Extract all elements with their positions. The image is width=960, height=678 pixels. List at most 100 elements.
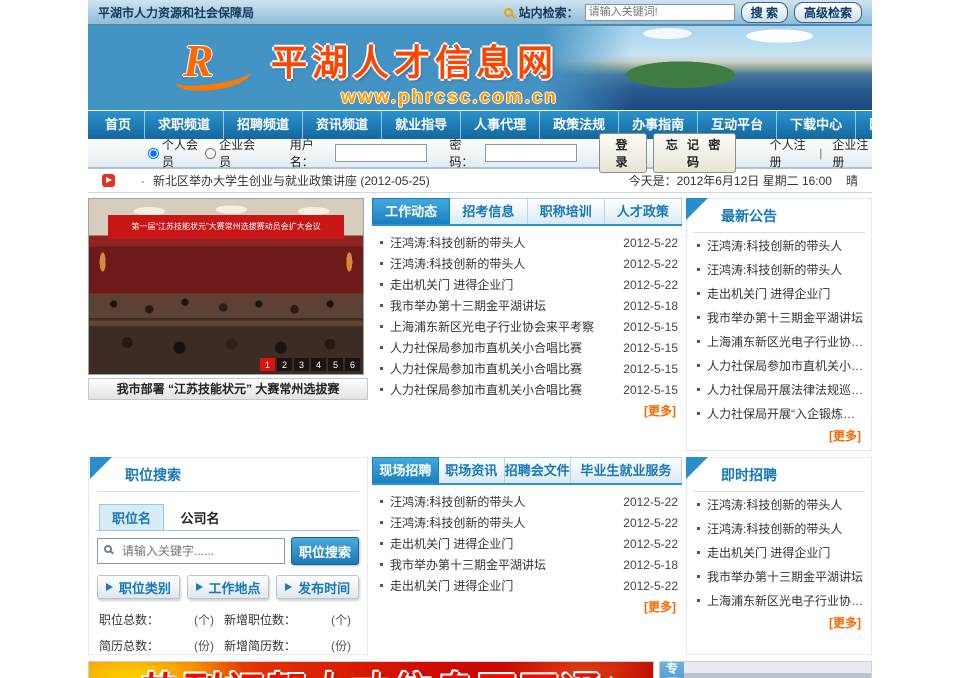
- announce-link[interactable]: 人力社保局参加市直机关小合唱比赛: [707, 357, 865, 374]
- filter-publish-time[interactable]: 发布时间: [276, 575, 359, 599]
- nav-item-download[interactable]: 下载中心: [777, 111, 856, 139]
- photo-pager-item[interactable]: 4: [311, 358, 326, 371]
- site-search-input[interactable]: [585, 4, 735, 21]
- personal-member-radio-input[interactable]: [148, 148, 159, 159]
- news-link[interactable]: 上海浦东新区光电子行业协会来平考察: [390, 318, 594, 335]
- announce-link[interactable]: 人力社保局开展法律法规巡回培训: [707, 381, 865, 398]
- photo-pager-item[interactable]: 5: [328, 358, 343, 371]
- job-search-button[interactable]: 职位搜索: [291, 537, 359, 565]
- list-item: 汪鸿涛:科技创新的带头人2012-5-22: [374, 253, 680, 274]
- password-field[interactable]: [485, 144, 577, 162]
- tab-work-news[interactable]: 工作动态: [372, 198, 450, 224]
- filter-label: 职位类别: [119, 578, 171, 597]
- instant-job-link[interactable]: 我市举办第十三期金平湖讲坛: [707, 568, 863, 585]
- tab-company-name[interactable]: 公司名: [168, 505, 231, 530]
- search-button[interactable]: 搜 索: [741, 2, 788, 23]
- nav-item-jobseek[interactable]: 求职频道: [145, 111, 224, 139]
- news-link[interactable]: 走出机关门 进得企业门: [390, 276, 513, 293]
- tab-talent-policy[interactable]: 人才政策: [605, 198, 682, 224]
- announce-link[interactable]: 走出机关门 进得企业门: [707, 285, 830, 302]
- news-link[interactable]: 人力社保局参加市直机关小合唱比赛: [390, 381, 582, 398]
- bullet-icon: [380, 325, 383, 328]
- bullet-icon: [380, 542, 383, 545]
- more-link[interactable]: [更多]: [693, 612, 865, 633]
- recruit-list: 汪鸿涛:科技创新的带头人2012-5-22 汪鸿涛:科技创新的带头人2012-5…: [372, 485, 682, 617]
- news-date: 2012-5-18: [615, 558, 678, 572]
- tab-jobfair-files[interactable]: 招聘会文件: [505, 457, 571, 483]
- news-link[interactable]: 人力社保局参加市直机关小合唱比赛: [390, 360, 582, 377]
- news-link[interactable]: 汪鸿涛:科技创新的带头人: [390, 255, 525, 272]
- photo-pager-item[interactable]: 6: [345, 358, 360, 371]
- company-register-link[interactable]: 企业注册: [832, 136, 872, 170]
- tab-graduate-service[interactable]: 毕业生就业服务: [571, 457, 682, 483]
- news-link[interactable]: 我市举办第十三期金平湖讲坛: [390, 556, 546, 573]
- celebration-banner[interactable]: 热烈祝贺人才信息网开通: [88, 661, 654, 678]
- news-photo[interactable]: 第一届“江苏技能状元”大赛常州选拔赛动员会扩大会议 1 2 3 4 5 6: [88, 198, 364, 375]
- filter-work-location[interactable]: 工作地点: [187, 575, 270, 599]
- tab-title-training[interactable]: 职称培训: [528, 198, 605, 224]
- company-member-radio[interactable]: 企业会员: [205, 136, 256, 170]
- nav-item-recruit[interactable]: 招聘频道: [224, 111, 303, 139]
- site-search-area: 站内检索： 搜 索 高级检索: [504, 2, 862, 23]
- announce-link[interactable]: 人力社保局开展“入企锻炼提素质”: [707, 405, 865, 422]
- forgot-password-button[interactable]: 忘 记 密 码: [653, 133, 736, 173]
- special-column-banner[interactable]: 专题专栏 精英引领 1 2 3 4 5: [659, 661, 872, 678]
- stat-label: 简历总数：: [99, 637, 175, 654]
- ticker-bullet: ·: [141, 174, 145, 188]
- keyword-input[interactable]: [97, 538, 285, 564]
- nav-item-home[interactable]: 首页: [92, 111, 145, 139]
- arrow-right-icon: [106, 583, 113, 591]
- personal-member-radio[interactable]: 个人会员: [148, 136, 199, 170]
- bullet-icon: [697, 340, 700, 343]
- photo-pager-item[interactable]: 1: [260, 358, 275, 371]
- news-link[interactable]: 汪鸿涛:科技创新的带头人: [390, 234, 525, 251]
- tab-onsite-recruit[interactable]: 现场招聘: [372, 457, 439, 483]
- nav-item-guidance[interactable]: 就业指导: [382, 111, 461, 139]
- bullet-icon: [697, 244, 700, 247]
- ticker-news-link[interactable]: 新北区举办大学生创业与就业政策讲座 (2012-05-25): [153, 172, 430, 189]
- special-column-strip: 专题专栏: [660, 662, 684, 678]
- news-link[interactable]: 走出机关门 进得企业门: [390, 577, 513, 594]
- nav-item-sitemap[interactable]: 网站地图: [856, 111, 934, 139]
- bullet-icon: [697, 388, 700, 391]
- advanced-search-button[interactable]: 高级检索: [794, 2, 862, 23]
- news-link[interactable]: 走出机关门 进得企业门: [390, 535, 513, 552]
- job-filter-buttons: 职位类别 工作地点 发布时间: [97, 575, 359, 599]
- news-date: 2012-5-22: [615, 516, 678, 530]
- list-item: 汪鸿涛:科技创新的带头人2012-5-22: [374, 491, 680, 512]
- personal-register-link[interactable]: 个人注册: [770, 136, 810, 170]
- site-logo: R: [183, 34, 253, 96]
- company-member-label: 企业会员: [219, 136, 256, 170]
- instant-job-link[interactable]: 汪鸿涛:科技创新的带头人: [707, 520, 842, 537]
- username-field[interactable]: [335, 144, 427, 162]
- filter-job-category[interactable]: 职位类别: [97, 575, 180, 599]
- announce-link[interactable]: 上海浦东新区光电子行业协会来平考: [707, 333, 865, 350]
- weather-label: 晴: [846, 172, 858, 189]
- more-link[interactable]: [更多]: [693, 425, 865, 446]
- instant-job-link[interactable]: 汪鸿涛:科技创新的带头人: [707, 496, 842, 513]
- photo-pager-item[interactable]: 2: [277, 358, 292, 371]
- news-link[interactable]: 我市举办第十三期金平湖讲坛: [390, 297, 546, 314]
- nav-item-info[interactable]: 资讯频道: [303, 111, 382, 139]
- job-search-tabs: 职位名 公司名: [97, 504, 359, 531]
- announce-link[interactable]: 汪鸿涛:科技创新的带头人: [707, 261, 842, 278]
- announce-link[interactable]: 我市举办第十三期金平湖讲坛: [707, 309, 863, 326]
- photo-pager-item[interactable]: 3: [294, 358, 309, 371]
- org-name: 平湖市人力资源和社会保障局: [98, 4, 254, 21]
- instant-job-link[interactable]: 上海浦东新区光电子行业协会来平考: [707, 592, 865, 609]
- announce-link[interactable]: 汪鸿涛:科技创新的带头人: [707, 237, 842, 254]
- news-link[interactable]: 汪鸿涛:科技创新的带头人: [390, 493, 525, 510]
- more-link[interactable]: [更多]: [374, 596, 680, 617]
- bullet-icon: [697, 316, 700, 319]
- news-link[interactable]: 人力社保局参加市直机关小合唱比赛: [390, 339, 582, 356]
- tab-career-info[interactable]: 职场资讯: [439, 457, 505, 483]
- nav-item-hr-agency[interactable]: 人事代理: [461, 111, 540, 139]
- photo-caption-link[interactable]: 我市部署 “江苏技能状元” 大赛常州选拔赛: [88, 378, 368, 400]
- tab-position-name[interactable]: 职位名: [99, 504, 164, 530]
- news-link[interactable]: 汪鸿涛:科技创新的带头人: [390, 514, 525, 531]
- tab-exam-info[interactable]: 招考信息: [450, 198, 527, 224]
- more-link[interactable]: [更多]: [374, 400, 680, 421]
- login-button[interactable]: 登 录: [599, 133, 647, 173]
- instant-job-link[interactable]: 走出机关门 进得企业门: [707, 544, 830, 561]
- company-member-radio-input[interactable]: [205, 148, 216, 159]
